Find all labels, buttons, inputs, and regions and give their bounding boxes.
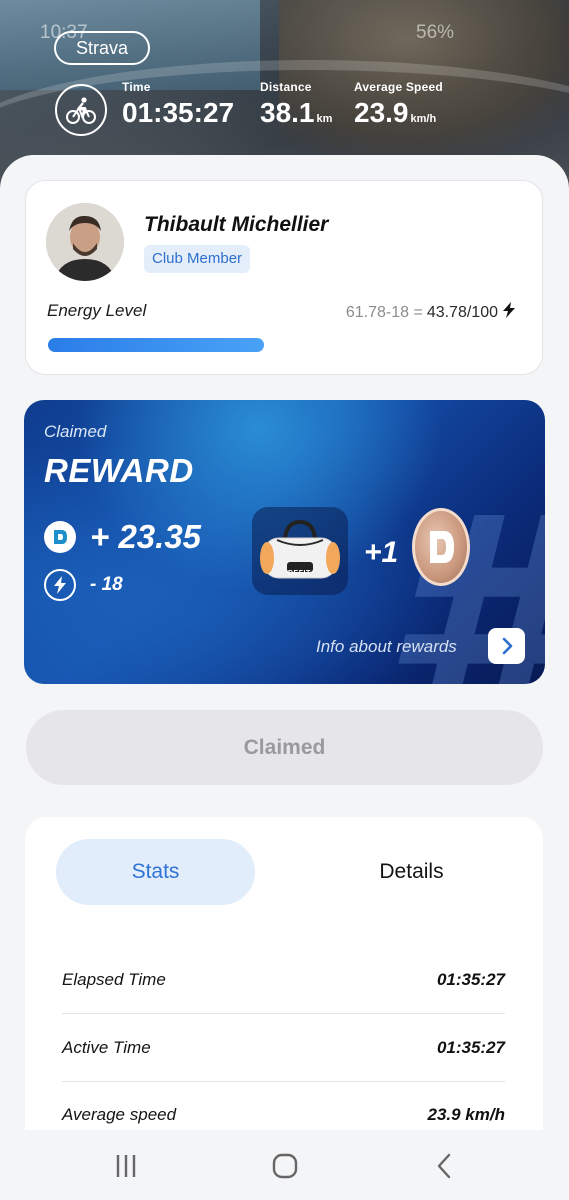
energy-cost-row: - 18 xyxy=(44,569,123,601)
energy-progress-bar xyxy=(48,338,518,352)
stat-label: Active Time xyxy=(62,1037,151,1057)
stat-row-elapsed-time: Elapsed Time 01:35:27 xyxy=(62,946,505,1013)
home-icon[interactable] xyxy=(255,1146,315,1186)
membership-badge: Club Member xyxy=(144,245,251,273)
reward-status-label: Claimed xyxy=(44,422,107,441)
energy-bolt-icon xyxy=(44,569,76,601)
metric-distance-unit: km xyxy=(316,113,333,125)
profile-card: Thibault Michellier Club Member Energy L… xyxy=(25,180,543,375)
energy-calc-result: 43.78/100 xyxy=(426,303,498,321)
gym-bag-item[interactable] xyxy=(252,507,348,595)
energy-level-label: Energy Level xyxy=(47,301,147,320)
metric-time: Time 01:35:27 xyxy=(122,80,234,129)
energy-progress-fill xyxy=(48,338,265,352)
stat-value: 01:35:27 xyxy=(436,969,505,989)
token-icon xyxy=(44,521,76,553)
metric-speed-label: Average Speed xyxy=(354,80,443,94)
metric-distance-value: 38.1 xyxy=(260,97,315,128)
metric-speed-unit: km/h xyxy=(410,113,437,125)
coin-icon xyxy=(412,508,470,586)
token-reward-amount: + 23.35 xyxy=(90,518,202,555)
lightning-icon xyxy=(502,302,516,323)
energy-calc-prefix: 61.78-18 = xyxy=(345,303,423,321)
metric-speed-value: 23.9 xyxy=(354,97,409,128)
reward-title: REWARD xyxy=(44,452,194,489)
metric-time-value: 01:35:27 xyxy=(122,97,235,128)
user-name: Thibault Michellier xyxy=(144,213,329,236)
reward-card: # Claimed REWARD + 23.35 - 18 DEFIT +1 I… xyxy=(24,400,545,684)
status-battery: 56% xyxy=(416,22,455,43)
claimed-button[interactable]: Claimed xyxy=(26,710,543,785)
tab-details[interactable]: Details xyxy=(312,839,511,905)
stat-value: 01:35:27 xyxy=(436,1037,505,1057)
chevron-right-icon[interactable] xyxy=(488,628,525,664)
stat-row-active-time: Active Time 01:35:27 xyxy=(62,1014,505,1081)
item-bonus-count: +1 xyxy=(364,536,399,569)
system-navigation-bar xyxy=(0,1130,569,1200)
metric-distance: Distance 38.1 km xyxy=(260,80,332,129)
rewards-info-link[interactable]: Info about rewards xyxy=(316,637,457,657)
metric-average-speed: Average Speed 23.9 km/h xyxy=(354,80,443,129)
stats-card: Stats Details Elapsed Time 01:35:27 Acti… xyxy=(25,817,543,1137)
metric-distance-label: Distance xyxy=(260,80,312,94)
stat-label: Average speed xyxy=(62,1104,177,1124)
avatar[interactable] xyxy=(46,203,124,281)
token-reward-row: + 23.35 xyxy=(44,518,201,556)
recent-apps-icon[interactable] xyxy=(96,1146,156,1186)
back-icon[interactable] xyxy=(414,1146,474,1186)
source-chip[interactable]: Strava xyxy=(54,31,150,65)
cyclist-icon xyxy=(55,84,107,136)
stat-value: 23.9 km/h xyxy=(427,1104,506,1124)
stat-label: Elapsed Time xyxy=(62,969,166,989)
tab-stats[interactable]: Stats xyxy=(56,839,255,905)
bag-brand-label: DEFIT xyxy=(288,570,311,577)
metric-time-label: Time xyxy=(122,80,151,94)
energy-calculation: 61.78-18 = 43.78/100 xyxy=(346,302,516,323)
energy-cost-amount: - 18 xyxy=(90,574,123,595)
